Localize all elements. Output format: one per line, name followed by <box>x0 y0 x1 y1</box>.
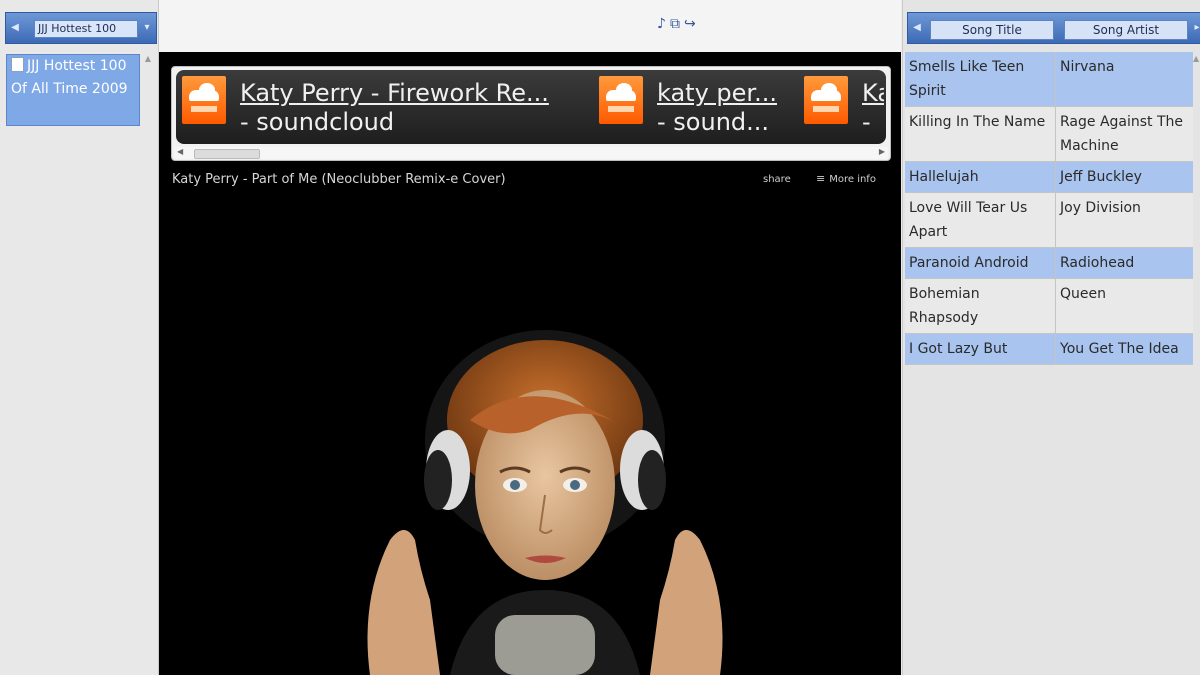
collapse-left-icon[interactable]: ◀ <box>8 21 22 35</box>
widget-horizontal-scrollbar[interactable]: ◀ ▶ <box>174 147 888 159</box>
song-title-cell[interactable]: Hallelujah <box>905 161 1056 193</box>
toolbar: ♪ ⧉ ↪ <box>159 0 901 52</box>
soundcloud-result-title[interactable]: katy per... <box>657 78 779 108</box>
copy-icon[interactable]: ⧉ <box>670 16 680 32</box>
soundcloud-result-title[interactable]: Katy Perry - Firework Re... <box>240 78 570 108</box>
more-columns-icon[interactable]: ▸ <box>1190 21 1200 35</box>
song-artist-cell[interactable]: Joy Division <box>1055 192 1193 248</box>
column-header-song-artist[interactable]: Song Artist <box>1064 20 1188 40</box>
table-row[interactable]: Smells Like Teen Spirit Nirvana <box>905 52 1193 107</box>
song-title-cell[interactable]: Smells Like Teen Spirit <box>905 52 1056 107</box>
soundcloud-track-strip: Katy Perry - Firework Re... - soundcloud… <box>176 70 886 144</box>
table-row[interactable]: Bohemian Rhapsody Queen <box>905 278 1193 334</box>
soundcloud-logo-icon <box>182 76 226 124</box>
scrollbar-thumb[interactable] <box>194 149 260 159</box>
playlist-scroll-up-icon[interactable]: ▲ <box>142 54 154 126</box>
song-title-cell[interactable]: I Got Lazy But <box>905 333 1056 365</box>
playlist-panel: ◀ JJJ Hottest 100 ▾ JJJ Hottest 100 Of A… <box>0 0 159 675</box>
table-row[interactable]: Paranoid Android Radiohead <box>905 247 1193 279</box>
soundcloud-result-source: - <box>862 108 871 136</box>
toolbar-icons: ♪ ⧉ ↪ <box>657 14 696 34</box>
song-artist-cell[interactable]: Radiohead <box>1055 247 1193 279</box>
soundcloud-results-widget: Katy Perry - Firework Re... - soundcloud… <box>171 66 891 161</box>
table-row[interactable]: Love Will Tear Us Apart Joy Division <box>905 192 1193 248</box>
song-artist-cell[interactable]: Jeff Buckley <box>1055 161 1193 193</box>
share-button[interactable]: share <box>763 174 791 185</box>
table-row[interactable]: Hallelujah Jeff Buckley <box>905 161 1193 193</box>
document-icon <box>11 57 24 72</box>
soundcloud-logo-icon <box>804 76 848 124</box>
song-title-cell[interactable]: Paranoid Android <box>905 247 1056 279</box>
soundcloud-result-source: - soundcloud <box>240 108 395 136</box>
playlist-item-label: JJJ Hottest 100 Of All Time 2009 <box>11 58 128 97</box>
soundcloud-result-1[interactable]: Katy Perry - Firework Re... - soundcloud <box>182 76 582 140</box>
soundcloud-result-title[interactable]: Ka <box>862 78 884 108</box>
song-table: Smells Like Teen Spirit Nirvana Killing In… <box>905 52 1193 365</box>
soundcloud-logo-icon <box>599 76 643 124</box>
song-artist-cell[interactable]: Rage Against The Machine <box>1055 106 1193 162</box>
playlist-header: ◀ JJJ Hottest 100 ▾ <box>5 12 157 44</box>
column-header-song-title[interactable]: Song Title <box>930 20 1054 40</box>
video-title: Katy Perry - Part of Me (Neoclubber Remi… <box>172 172 506 187</box>
dropdown-arrow-icon[interactable]: ▾ <box>140 21 154 35</box>
more-info-button[interactable]: ≡ More info <box>816 172 876 185</box>
song-artist-cell[interactable]: Queen <box>1055 278 1193 334</box>
song-title-cell[interactable]: Bohemian Rhapsody <box>905 278 1056 334</box>
music-note-icon[interactable]: ♪ <box>657 16 666 32</box>
redo-icon[interactable]: ↪ <box>684 16 696 32</box>
soundcloud-result-source: - sound... <box>657 108 770 136</box>
song-artist-cell[interactable]: Nirvana <box>1055 52 1193 107</box>
more-info-label: More info <box>829 174 876 185</box>
song-list-panel: ◀ Song Title Song Artist ▸ Smells Like T… <box>902 0 1200 675</box>
song-title-cell[interactable]: Killing In The Name <box>905 106 1056 162</box>
playlist-item[interactable]: JJJ Hottest 100 Of All Time 2009 <box>6 54 140 126</box>
soundcloud-result-2[interactable]: katy per... - sound... <box>599 76 779 140</box>
collapse-right-icon[interactable]: ◀ <box>910 21 924 35</box>
video-frame-image <box>367 330 723 675</box>
playlist-select[interactable]: JJJ Hottest 100 <box>34 20 138 38</box>
info-icon: ≡ <box>816 172 826 185</box>
table-row[interactable]: I Got Lazy But You Get The Idea <box>905 333 1193 365</box>
song-list-header: ◀ Song Title Song Artist ▸ <box>907 12 1200 44</box>
song-title-cell[interactable]: Love Will Tear Us Apart <box>905 192 1056 248</box>
table-row[interactable]: Killing In The Name Rage Against The Mach… <box>905 106 1193 162</box>
soundcloud-result-3[interactable]: Ka - <box>804 76 884 140</box>
song-list-scroll-up-icon[interactable]: ▲ <box>1193 54 1199 63</box>
song-artist-cell[interactable]: You Get The Idea <box>1055 333 1193 365</box>
